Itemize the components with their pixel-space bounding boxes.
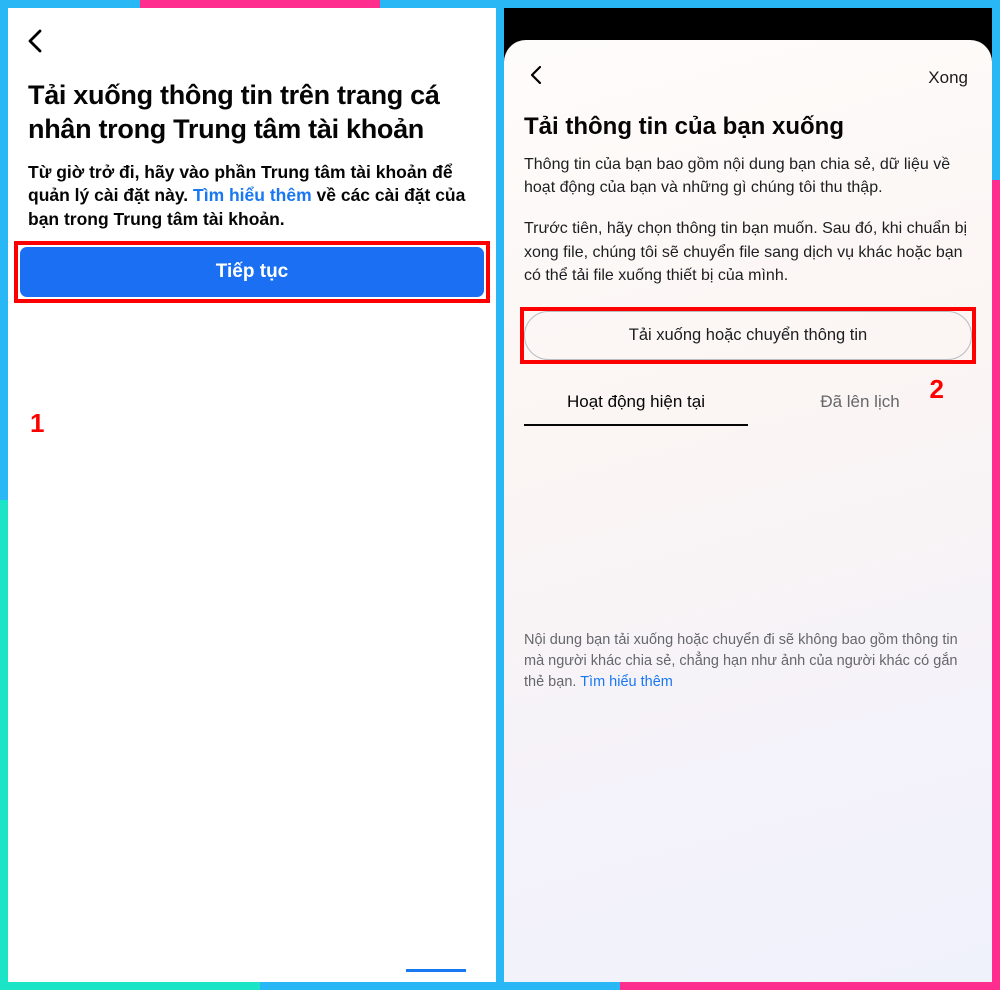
paragraph-2: Trước tiên, hãy chọn thông tin bạn muốn.… [524, 217, 972, 305]
learn-more-link[interactable]: Tìm hiểu thêm [193, 185, 312, 205]
annotation-marker-2: 2 [930, 374, 944, 405]
border-segment [0, 0, 8, 500]
border-segment [620, 982, 1000, 990]
border-segment [0, 500, 8, 990]
annotation-marker-1: 1 [30, 408, 44, 439]
border-segment [0, 982, 260, 990]
back-icon[interactable] [26, 28, 44, 59]
done-button[interactable]: Xong [928, 68, 968, 88]
screen-right-inner: Xong Tải thông tin của bạn xuống Thông t… [504, 40, 992, 982]
page-desc-left: Từ giờ trở đi, hãy vào phần Trung tâm tà… [8, 161, 496, 248]
screen-left: Tải xuống thông tin trên trang cá nhân t… [8, 8, 496, 982]
screen-right: Xong Tải thông tin của bạn xuống Thông t… [504, 8, 992, 982]
border-segment [140, 0, 380, 8]
border-segment [0, 0, 140, 8]
footer-note: Nội dung bạn tải xuống hoặc chuyển đi sẽ… [524, 630, 972, 693]
border-segment [380, 0, 1000, 8]
header-right: Xong [524, 40, 972, 107]
learn-more-link-footer[interactable]: Tìm hiểu thêm [580, 674, 673, 690]
download-transfer-button[interactable]: Tải xuống hoặc chuyển thông tin [524, 311, 972, 360]
border-segment [992, 180, 1000, 990]
header-left [8, 8, 496, 65]
decoration-dash [406, 969, 466, 972]
page-title-left: Tải xuống thông tin trên trang cá nhân t… [8, 65, 496, 161]
page-title-right: Tải thông tin của bạn xuống [524, 107, 972, 153]
border-segment [992, 0, 1000, 180]
border-segment [260, 982, 620, 990]
tab-current-activity[interactable]: Hoạt động hiện tại [524, 382, 748, 426]
back-icon[interactable] [528, 64, 544, 91]
paragraph-1: Thông tin của bạn bao gồm nội dung bạn c… [524, 153, 972, 217]
tabs: Hoạt động hiện tại Đã lên lịch [524, 382, 972, 426]
continue-wrap: Tiếp tục [20, 247, 484, 297]
action-wrap: Tải xuống hoặc chuyển thông tin [524, 311, 972, 360]
border-segment [496, 8, 504, 982]
outer-frame: Tải xuống thông tin trên trang cá nhân t… [0, 0, 1000, 990]
continue-button[interactable]: Tiếp tục [20, 247, 484, 297]
